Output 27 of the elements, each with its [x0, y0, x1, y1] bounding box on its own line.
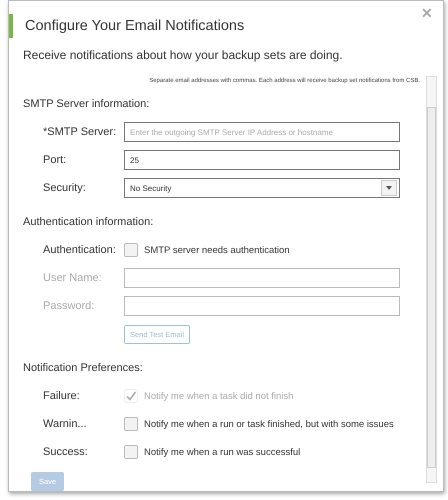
dialog-title: Configure Your Email Notifications [9, 14, 244, 38]
security-dropdown[interactable]: No Security [124, 178, 400, 198]
intro-text: Receive notifications about how your backup sets are doing. [23, 48, 344, 62]
section-heading: Authentication information: [23, 216, 154, 228]
field-label: Port: [43, 154, 68, 166]
checkbox[interactable] [124, 445, 138, 459]
field-label: *SMTP Server: [43, 126, 118, 138]
checkbox[interactable] [124, 243, 138, 257]
checkbox-label: Notify me when a run or task finished, but with some issues [144, 418, 394, 430]
section-heading: SMTP Server information: [23, 98, 150, 110]
field-label: Success: [43, 446, 89, 458]
section-heading: Notification Preferences: [23, 362, 144, 374]
scrollbar[interactable] [426, 76, 437, 483]
checkbox-label: Notify me when a run was successful [144, 446, 300, 458]
checkbox-label: Notify me when a task did not finish [144, 390, 294, 402]
caret-icon [386, 186, 392, 190]
field-label: Password: [43, 300, 96, 312]
field-label: Warnin... [43, 418, 88, 430]
field-label: User Name: [43, 272, 103, 284]
checkbox[interactable] [124, 417, 138, 431]
close-button[interactable]: ✕ [417, 5, 437, 21]
field-label: Failure: [43, 390, 81, 402]
field-label: Security: [43, 182, 87, 194]
input-field[interactable]: 25 [124, 150, 400, 170]
input-field[interactable]: Enter the outgoing SMTP Server IP Address or hostname [124, 122, 400, 142]
field-label: Authentication: [43, 244, 117, 256]
checkbox-label: SMTP server needs authentication [144, 244, 290, 256]
